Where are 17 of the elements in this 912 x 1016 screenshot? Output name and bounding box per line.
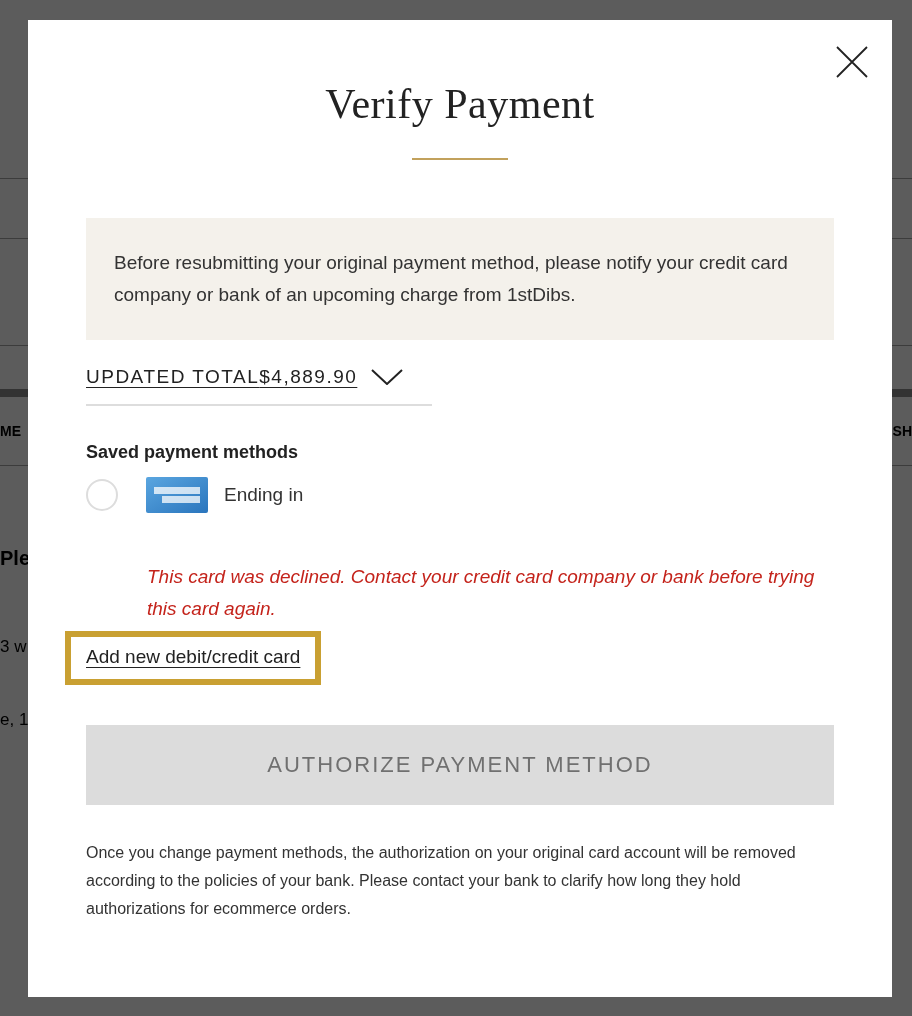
footnote-text: Once you change payment methods, the authorization on your original card account will be removed according to the policies of your bank. Please contact your bank to clarify how long they hold authorizations for ecommerce orders. (86, 843, 797, 919)
notice-text: Before resubmitting your original payment method, please notify your credit card company or bank of an upcoming charge from 1stDibs. (86, 218, 834, 340)
background-text: ME (0, 423, 21, 439)
add-card-link[interactable]: Add new debit/credit card (65, 631, 322, 685)
section-heading: Saved payment methods (86, 442, 300, 463)
background-text: SH (892, 423, 912, 439)
background-text: Ple (0, 546, 31, 570)
radio-button[interactable] (86, 479, 118, 511)
payment-method-label: Ending in (224, 484, 304, 506)
error-message: This card was declined. Contact your credit card company or bank before trying this card again. (147, 565, 816, 621)
background-text: e, 1 (0, 709, 29, 730)
card-icon (146, 477, 208, 513)
close-icon[interactable] (836, 46, 868, 78)
background-text: 3 w (0, 636, 27, 657)
dialog-title: Verify Payment (324, 80, 596, 128)
updated-total-toggle[interactable]: UPDATED TOTAL$4,889.90 (86, 366, 404, 388)
chevron-icon (371, 369, 404, 385)
